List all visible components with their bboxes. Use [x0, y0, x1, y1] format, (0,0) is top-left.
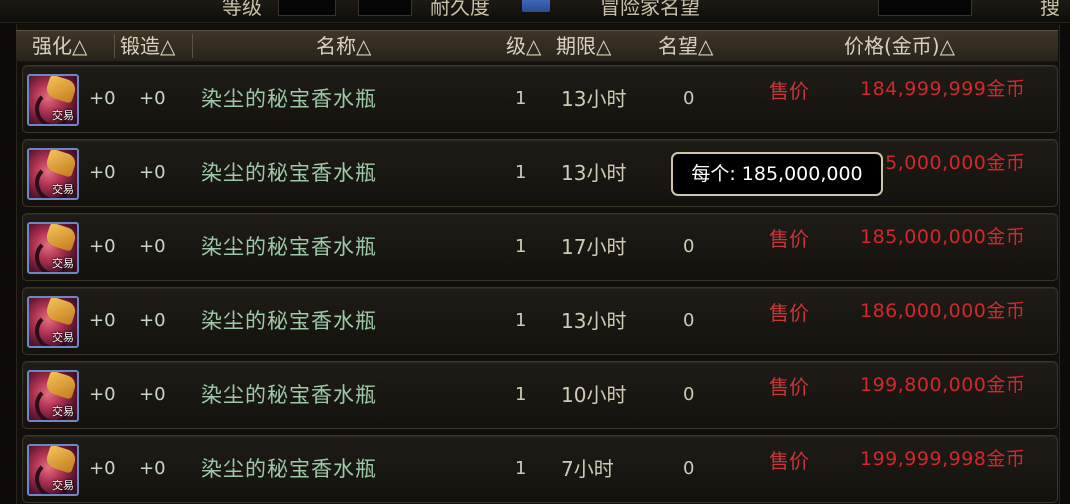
price-value: 184,999,999金币: [860, 78, 1026, 100]
price-value: 185,000,000金币: [860, 226, 1026, 248]
reinforce-value: +0: [89, 310, 116, 331]
table-row[interactable]: 交易 +0 +0 染尘的秘宝香水瓶 1 10小时 0 售价 199,800,00…: [22, 361, 1058, 429]
forge-value: +0: [139, 384, 166, 405]
period-value: 13小时: [561, 87, 627, 111]
sell-price-label: 售价: [769, 449, 809, 473]
price-value: 185,000,000金币: [860, 152, 1026, 174]
sort-reinforce-header[interactable]: 强化△: [32, 33, 87, 59]
reinforce-value: +0: [89, 162, 116, 183]
fame-value: 0: [683, 384, 695, 405]
level-value: 1: [515, 384, 527, 405]
sort-period-header[interactable]: 期限△: [556, 33, 611, 59]
tradeable-tag: 交易: [52, 331, 74, 344]
forge-value: +0: [139, 310, 166, 331]
level-value: 1: [515, 458, 527, 479]
sell-price-label: 售价: [769, 301, 809, 325]
reinforce-value: +0: [89, 458, 116, 479]
table-row[interactable]: 交易 +0 +0 染尘的秘宝香水瓶 1 7小时 0 售价 199,999,998…: [22, 435, 1058, 503]
item-name: 染尘的秘宝香水瓶: [201, 309, 377, 333]
forge-value: +0: [139, 236, 166, 257]
fame-value: 0: [683, 458, 695, 479]
durability-filter-label: 耐久度: [430, 0, 490, 19]
perfume-bottle-icon: 交易: [27, 74, 79, 126]
search-button[interactable]: 搜: [1040, 0, 1060, 20]
fame-value: 0: [683, 310, 695, 331]
forge-value: +0: [139, 162, 166, 183]
sell-price-label: 售价: [769, 375, 809, 399]
tradeable-tag: 交易: [52, 405, 74, 418]
table-row[interactable]: 交易 +0 +0 染尘的秘宝香水瓶 1 13小时 0 售价 186,000,00…: [22, 287, 1058, 355]
perfume-bottle-icon: 交易: [27, 148, 79, 200]
table-row[interactable]: 交易 +0 +0 染尘的秘宝香水瓶 1 13小时 0 售价 184,999,99…: [22, 65, 1058, 133]
tradeable-tag: 交易: [52, 257, 74, 270]
reinforce-value: +0: [89, 88, 116, 109]
period-value: 13小时: [561, 161, 627, 185]
sell-price-label: 售价: [769, 79, 809, 103]
item-name: 染尘的秘宝香水瓶: [201, 235, 377, 259]
fame-value: 0: [683, 236, 695, 257]
perfume-bottle-icon: 交易: [27, 444, 79, 496]
tradeable-tag: 交易: [52, 183, 74, 196]
level-value: 1: [515, 162, 527, 183]
filter-bar: 等级 耐久度 冒险家名望 搜: [0, 0, 1070, 23]
tradeable-tag: 交易: [52, 479, 74, 492]
sort-fame-header[interactable]: 名望△: [658, 33, 713, 59]
tradeable-tag: 交易: [52, 109, 74, 122]
table-row[interactable]: 交易 +0 +0 染尘的秘宝香水瓶 1 13小时 售价 185,000,000金…: [22, 139, 1058, 207]
sort-price-header[interactable]: 价格(金币)△: [844, 33, 955, 59]
level-max-input[interactable]: [358, 0, 412, 16]
unit-price-tooltip: 每个: 185,000,000: [671, 152, 883, 196]
forge-value: +0: [139, 88, 166, 109]
fame-value: 0: [683, 88, 695, 109]
reinforce-value: +0: [89, 236, 116, 257]
item-name: 染尘的秘宝香水瓶: [201, 161, 377, 185]
period-value: 13小时: [561, 309, 627, 333]
level-min-input[interactable]: [278, 0, 336, 16]
period-value: 17小时: [561, 235, 627, 259]
forge-value: +0: [139, 458, 166, 479]
sort-name-header[interactable]: 名称△: [316, 33, 371, 59]
item-name: 染尘的秘宝香水瓶: [201, 457, 377, 481]
table-header: 强化△ 锻造△ 名称△ 级△ 期限△ 名望△ 价格(金币)△: [16, 30, 1058, 62]
fame-input[interactable]: [878, 0, 972, 16]
period-value: 7小时: [561, 457, 614, 481]
adventurer-fame-label: 冒险家名望: [600, 0, 700, 19]
period-value: 10小时: [561, 383, 627, 407]
price-value: 199,800,000金币: [860, 374, 1026, 396]
price-value: 186,000,000金币: [860, 300, 1026, 322]
perfume-bottle-icon: 交易: [27, 222, 79, 274]
table-row[interactable]: 交易 +0 +0 染尘的秘宝香水瓶 1 17小时 0 售价 185,000,00…: [22, 213, 1058, 281]
durability-dropdown[interactable]: [522, 0, 550, 12]
sort-forge-header[interactable]: 锻造△: [120, 33, 175, 59]
level-value: 1: [515, 236, 527, 257]
item-name: 染尘的秘宝香水瓶: [201, 87, 377, 111]
level-value: 1: [515, 310, 527, 331]
item-name: 染尘的秘宝香水瓶: [201, 383, 377, 407]
sort-level-header[interactable]: 级△: [506, 33, 541, 59]
perfume-bottle-icon: 交易: [27, 370, 79, 422]
price-value: 199,999,998金币: [860, 448, 1026, 470]
reinforce-value: +0: [89, 384, 116, 405]
sell-price-label: 售价: [769, 227, 809, 251]
level-filter-label: 等级: [222, 0, 262, 19]
level-value: 1: [515, 88, 527, 109]
perfume-bottle-icon: 交易: [27, 296, 79, 348]
